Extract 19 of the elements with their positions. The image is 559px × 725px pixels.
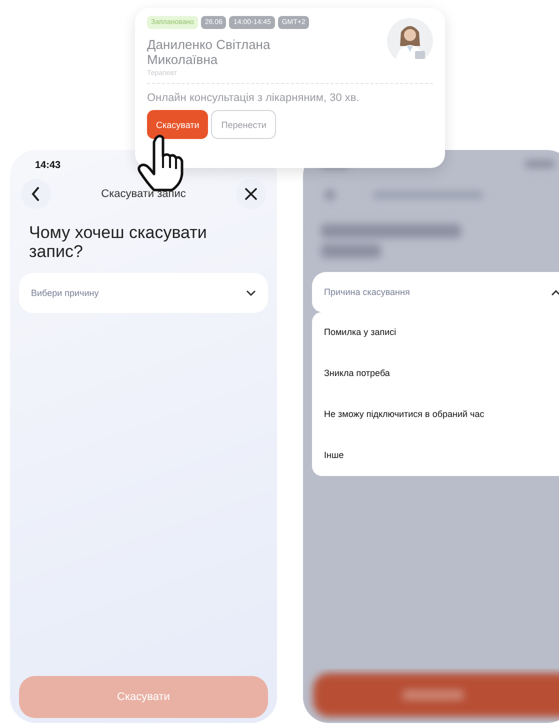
chevron-left-icon	[31, 187, 41, 201]
screen-title: Скасувати запис	[101, 188, 186, 200]
doctor-name: Даниленко Світлана Миколаївна	[147, 37, 272, 67]
menu-option[interactable]: Не зможу підключитися в обраний час	[324, 394, 559, 435]
close-button[interactable]	[236, 179, 266, 209]
menu-option[interactable]: Інше	[324, 435, 559, 476]
reason-select[interactable]: Вибери причину	[19, 273, 268, 313]
reason-select[interactable]: Причина скасування	[312, 272, 559, 312]
card-button[interactable]: Перенести	[211, 110, 276, 139]
close-icon	[245, 188, 257, 200]
card-button[interactable]: Скасувати	[147, 110, 208, 139]
menu-option[interactable]: Зникла потреба	[324, 353, 559, 394]
service-description: Онлайн консультація з лікарняним, 30 хв.	[147, 92, 360, 104]
menu-option[interactable]: Помилка у записі	[324, 312, 559, 353]
chevron-icon	[551, 288, 559, 296]
question-heading: Чому хочеш скасувати запис?	[29, 223, 208, 261]
back-button[interactable]	[21, 179, 51, 209]
status-time: 14:43	[35, 160, 62, 171]
chevron-icon	[246, 290, 256, 296]
